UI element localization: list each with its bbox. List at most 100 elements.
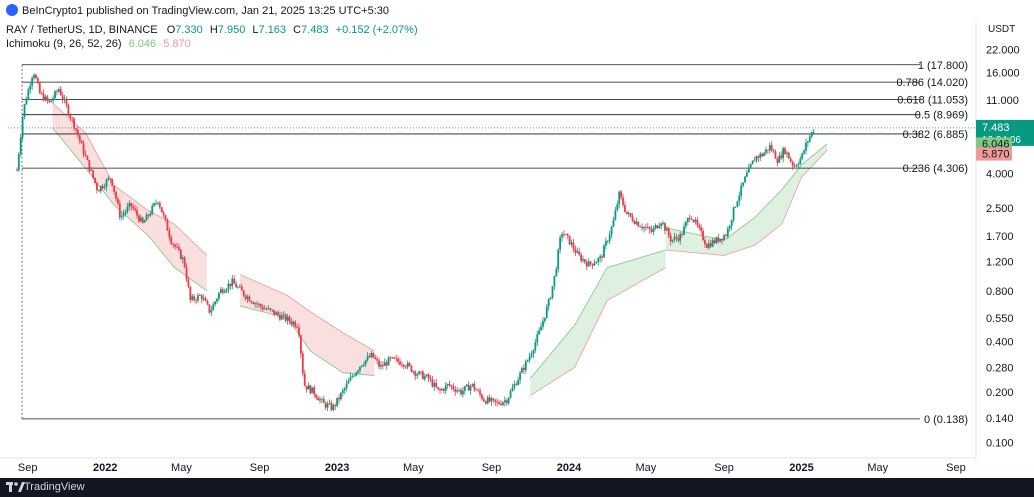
candle-body (261, 306, 264, 310)
candle-body (223, 291, 226, 293)
time-tick-label: 2023 (325, 462, 349, 474)
candle-body (624, 205, 626, 212)
price-tick-label: 0.280 (986, 362, 1014, 374)
footer-bar: TradingView (0, 478, 1034, 497)
candle-body (48, 100, 51, 103)
candle-body (482, 399, 485, 402)
price-badges: 7.48316:04:066.0465.870 (8, 119, 1034, 161)
candle-body (620, 191, 623, 198)
candle-body (351, 375, 354, 377)
candle-body (423, 376, 426, 380)
candle-body (35, 74, 37, 79)
candle-body (151, 205, 154, 214)
candle-body (275, 312, 278, 315)
candle-body (155, 203, 157, 204)
candle-body (233, 278, 236, 284)
candle-body (294, 321, 297, 327)
candle-body (704, 240, 706, 245)
candle-body (662, 223, 664, 224)
candle-body (197, 295, 199, 301)
candle-body (450, 385, 453, 387)
candle-body (755, 156, 758, 161)
candle-body (23, 104, 26, 118)
candle-body (591, 263, 594, 266)
price-tick-label: 22.000 (986, 44, 1020, 56)
time-tick-label: May (635, 462, 656, 474)
candle-body (153, 203, 156, 206)
candle-body (179, 249, 182, 260)
candle-body (469, 385, 472, 391)
candle-body (282, 314, 285, 316)
candle-body (681, 234, 684, 235)
candle-body (545, 306, 548, 318)
candle-body (145, 214, 148, 221)
candle-body (141, 217, 144, 223)
chart-frame: BeInCrypto1 published on TradingView.com… (0, 0, 1034, 497)
candle-body (322, 398, 325, 403)
candle-body (69, 114, 72, 118)
candle-body (298, 327, 300, 336)
last-price-value: 7.483 (982, 122, 1010, 134)
candle-body (271, 309, 274, 311)
candle-body (206, 301, 209, 305)
candle-body (572, 242, 575, 249)
candle-body (515, 384, 518, 386)
candle-body (227, 283, 230, 290)
candle-body (170, 237, 173, 244)
candle-body (71, 117, 74, 119)
candle-body (807, 141, 809, 143)
candle-body (786, 152, 788, 154)
candle-body (172, 243, 175, 245)
candle-body (374, 357, 377, 359)
fib-level-label: 0.236 (4.306) (903, 163, 968, 175)
time-tick-label: May (171, 462, 192, 474)
candle-body (576, 251, 579, 253)
time-tick-label: 2022 (93, 462, 117, 474)
candle-body (414, 371, 417, 376)
candle-body (324, 402, 327, 408)
candle-body (481, 394, 483, 400)
candle-body (473, 383, 476, 390)
candle-body (555, 269, 558, 277)
candle-body (347, 380, 350, 384)
candle-body (803, 150, 805, 154)
candle-body (805, 142, 807, 151)
candle-body (534, 342, 537, 351)
candle-body (728, 226, 731, 229)
candle-body (463, 386, 466, 391)
candle-body (237, 286, 239, 288)
candle-body (94, 177, 96, 184)
candle-body (637, 221, 640, 227)
candle-body (50, 100, 53, 103)
candle-body (57, 89, 60, 92)
candle-body (808, 136, 811, 142)
candle-body (702, 231, 704, 241)
price-tick-label: 0.550 (986, 313, 1014, 325)
candle-body (549, 297, 552, 300)
candle-body (713, 240, 716, 244)
candle-body (740, 185, 743, 196)
candle-body (332, 404, 335, 410)
candle-body (633, 221, 636, 224)
candle-body (75, 128, 77, 131)
candle-body (334, 404, 337, 406)
candle-body (132, 206, 135, 209)
price-tick-label: 0.800 (986, 286, 1014, 298)
candle-body (29, 85, 32, 90)
candle-body (568, 235, 571, 245)
candle-body (185, 266, 188, 280)
candle-body (80, 140, 83, 144)
candle-body (772, 150, 775, 152)
candle-body (456, 390, 459, 392)
candle-body (601, 256, 603, 258)
candle-body (27, 89, 30, 100)
candle-body (88, 160, 91, 171)
candle-body (742, 182, 744, 186)
candle-body (25, 99, 28, 105)
candle-body (812, 131, 815, 133)
candle-body (448, 383, 451, 386)
candle-body (629, 213, 632, 217)
price-chart[interactable]: 1 (17.800) 0.786 (14.020) 0.618 (11.053) 0.… (0, 0, 1034, 478)
tradingview-logo-icon (6, 482, 25, 492)
candle-body (486, 397, 489, 404)
